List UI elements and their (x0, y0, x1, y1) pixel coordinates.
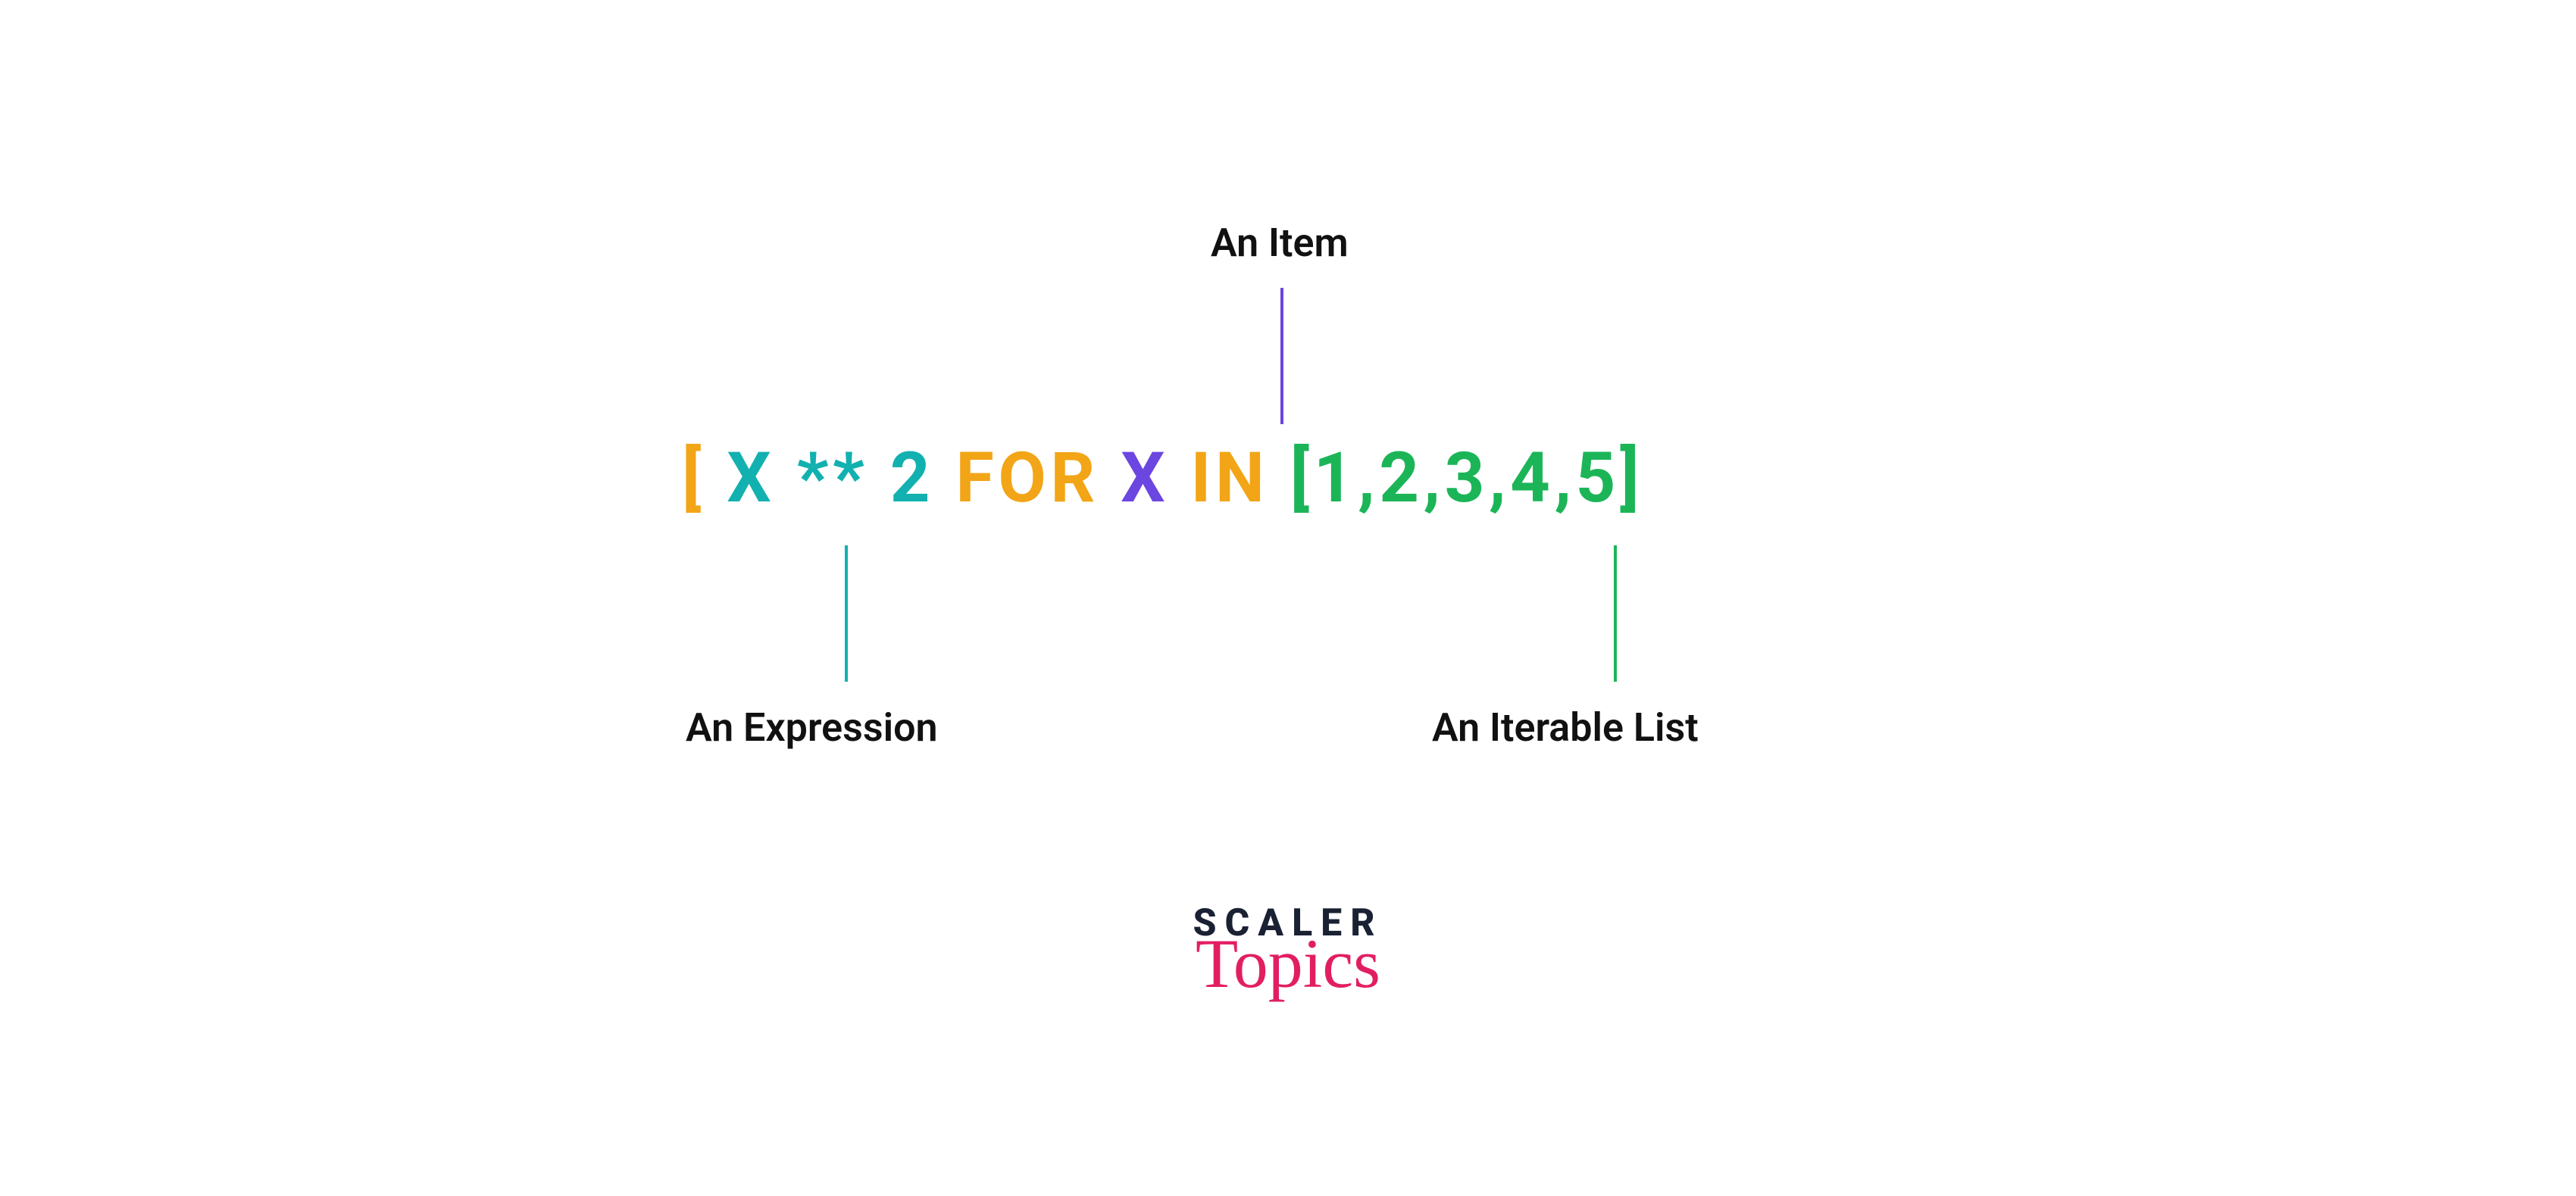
expr-token-num: 2 (890, 438, 934, 519)
keyword-for: FOR (955, 438, 1099, 519)
label-iterable: An Iterable List (1432, 704, 1699, 751)
connector-item (1280, 288, 1283, 424)
label-item: An Item (1211, 220, 1349, 266)
brand-logo: SCALER Topics (1144, 901, 1432, 998)
code-expression: [ X ** 2 FOR X IN [1,2,3,4,5] (682, 438, 1643, 519)
keyword-in: IN (1191, 438, 1269, 519)
expr-token-op: ** (797, 438, 869, 519)
connector-expression (845, 545, 848, 682)
expr-token-x: X (727, 438, 775, 519)
label-expression: An Expression (686, 704, 938, 751)
iterable-token: [1,2,3,4,5] (1290, 438, 1643, 519)
logo-text-bottom: Topics (1144, 929, 1432, 998)
connector-iterable (1614, 545, 1617, 682)
open-bracket: [ (682, 438, 705, 519)
item-token-x: X (1121, 438, 1169, 519)
